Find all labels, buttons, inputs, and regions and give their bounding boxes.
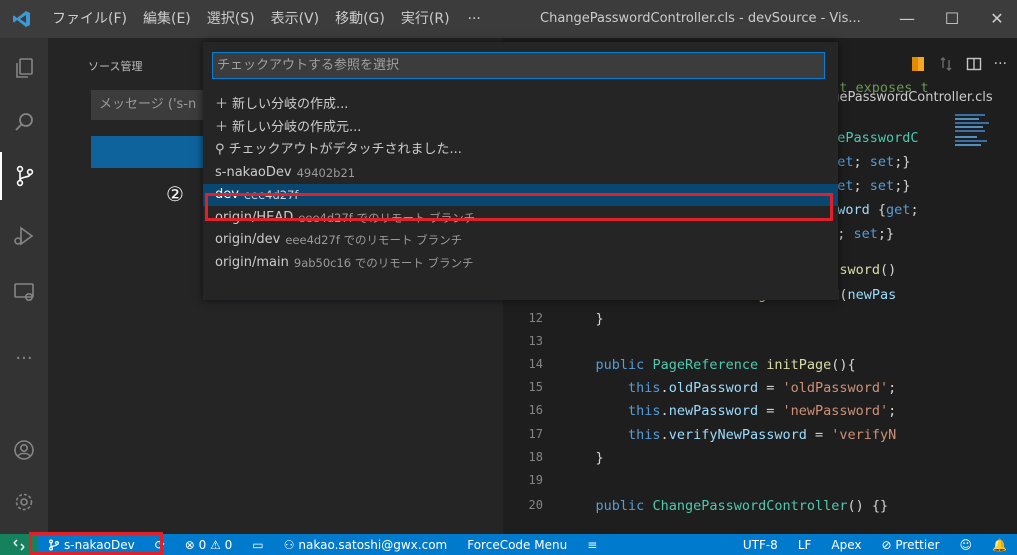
line-number: 15 xyxy=(528,380,543,394)
notifications-bell-icon[interactable]: 🔔 xyxy=(982,538,1017,552)
account-email: nakao.satoshi@gwx.com xyxy=(298,537,448,552)
quick-pick-item-description: eee4d27f でのリモート ブランチ xyxy=(285,233,463,247)
status-bar: s-nakaoDev ⟳ ⊗ 0 ⚠ 0 ▭ ⚇ nakao.satoshi@g… xyxy=(0,534,1017,555)
code-line[interactable]: this.newPassword = 'newPassword'; xyxy=(563,403,896,419)
branch-quick-pick: チェックアウトする参照を選択 ＋新しい分岐の作成... ＋新しい分岐の作成元...… xyxy=(203,42,838,300)
explorer-icon[interactable] xyxy=(0,44,48,92)
menu-run[interactable]: 実行(R) xyxy=(393,0,458,38)
remote-explorer-icon[interactable] xyxy=(0,268,48,316)
editor-toolbar: ··· xyxy=(910,56,1007,72)
salesforce-icon[interactable] xyxy=(910,56,926,72)
feedback-icon[interactable]: ☺ xyxy=(950,538,983,552)
minimize-button[interactable]: — xyxy=(887,0,927,38)
quick-pick-item-label: origin/HEAD xyxy=(215,209,294,225)
code-line[interactable]: this.verifyNewPassword = 'verifyN xyxy=(563,427,896,443)
line-number: 12 xyxy=(528,311,543,325)
encoding-status[interactable]: UTF-8 xyxy=(733,538,788,552)
commit-button[interactable] xyxy=(91,136,221,168)
line-number: 14 xyxy=(528,357,543,371)
quick-pick-item-icon: ⚲ xyxy=(215,142,225,157)
quick-pick-item-label: dev xyxy=(215,187,239,202)
more-actions-icon[interactable]: ··· xyxy=(994,56,1007,72)
quick-pick-item-label: 新しい分岐の作成元... xyxy=(232,119,362,135)
line-number: 13 xyxy=(528,334,543,348)
minimap[interactable] xyxy=(953,110,1007,160)
split-editor-icon[interactable] xyxy=(966,56,982,72)
quick-pick-item-label: s-nakaoDev xyxy=(215,164,292,180)
quick-pick-item-description: eee4d27f でのリモート ブランチ xyxy=(298,210,476,225)
quick-pick-item-icon: ＋ xyxy=(215,97,229,112)
quick-pick-item[interactable]: origin/dev eee4d27f でのリモート ブランチ xyxy=(203,229,838,251)
code-line[interactable]: } xyxy=(563,450,604,466)
line-number: 20 xyxy=(528,498,543,512)
quick-pick-item-label: origin/dev xyxy=(215,232,281,247)
code-line[interactable]: hat exposes t xyxy=(823,80,929,96)
prettier-status[interactable]: ⊘ Prettier xyxy=(872,538,950,552)
commit-message-input[interactable]: メッセージ ('s-n xyxy=(91,90,221,120)
line-number: 17 xyxy=(528,427,543,441)
quick-pick-item-description: eee4d27f xyxy=(243,188,299,202)
quick-pick-item-label: 新しい分岐の作成... xyxy=(232,97,349,112)
menu-file[interactable]: ファイル(F) xyxy=(44,0,135,38)
code-line[interactable]: this.oldPassword = 'oldPassword'; xyxy=(563,380,896,396)
run-debug-icon[interactable] xyxy=(0,212,48,260)
line-number: 16 xyxy=(528,403,543,417)
branch-icon xyxy=(49,539,59,551)
sidebar-title: ソース管理 xyxy=(88,60,143,73)
quick-pick-item-description: 9ab50c16 でのリモート ブランチ xyxy=(293,255,474,270)
more-views-icon[interactable]: ··· xyxy=(0,334,48,382)
title-bar: ファイル(F) 編集(E) 選択(S) 表示(V) 移動(G) 実行(R) ··… xyxy=(0,0,1017,38)
quick-pick-item[interactable]: origin/HEAD eee4d27f でのリモート ブランチ xyxy=(203,207,838,229)
source-control-icon[interactable] xyxy=(0,152,48,200)
quick-pick-item-description: 49402b21 xyxy=(296,165,356,180)
compare-changes-icon[interactable] xyxy=(938,56,954,72)
quick-pick-item-icon: ＋ xyxy=(215,119,229,135)
hamburger-menu-icon[interactable]: ≡ xyxy=(577,538,607,552)
menu-more-button[interactable]: ··· xyxy=(458,11,491,27)
monitor-icon[interactable]: ▭ xyxy=(242,538,273,552)
code-line[interactable]: } xyxy=(563,311,604,327)
branch-name: s-nakaoDev xyxy=(64,537,135,552)
quick-pick-item[interactable]: ＋新しい分岐の作成元... xyxy=(203,117,838,139)
problems-status[interactable]: ⊗ 0 ⚠ 0 xyxy=(175,538,243,552)
status-bar-right: UTF-8 LF Apex ⊘ Prettier ☺ 🔔 xyxy=(733,534,1017,555)
account-status[interactable]: ⚇ nakao.satoshi@gwx.com xyxy=(274,538,458,552)
menu-bar: ファイル(F) 編集(E) 選択(S) 表示(V) 移動(G) 実行(R) ··… xyxy=(44,0,491,38)
sync-button[interactable]: ⟳ xyxy=(145,538,175,552)
quick-pick-item-label: origin/main xyxy=(215,254,289,270)
language-mode[interactable]: Apex xyxy=(821,538,871,552)
code-line[interactable]: public PageReference initPage(){ xyxy=(563,357,856,373)
menu-view[interactable]: 表示(V) xyxy=(263,0,328,38)
remote-indicator-icon[interactable] xyxy=(0,534,38,555)
quick-pick-item[interactable]: origin/main 9ab50c16 でのリモート ブランチ xyxy=(203,252,838,274)
quick-pick-item-label: チェックアウトがデタッチされました... xyxy=(228,142,462,157)
branch-status[interactable]: s-nakaoDev xyxy=(38,538,145,552)
forcecode-menu[interactable]: ForceCode Menu xyxy=(457,538,577,552)
annotation-marker-2: ② xyxy=(166,182,184,206)
quick-pick-item[interactable]: s-nakaoDev 49402b21 xyxy=(203,162,838,184)
account-icon[interactable] xyxy=(0,426,48,474)
menu-selection[interactable]: 選択(S) xyxy=(199,0,263,38)
quick-pick-item[interactable]: ⚲ チェックアウトがデタッチされました... xyxy=(203,139,838,161)
account-user-icon: ⚇ xyxy=(283,537,295,552)
code-line[interactable]: public ChangePasswordController() {} xyxy=(563,498,889,514)
window-title: ChangePasswordController.cls - devSource… xyxy=(540,11,861,26)
line-number: 19 xyxy=(528,473,543,487)
line-number: 18 xyxy=(528,450,543,464)
menu-edit[interactable]: 編集(E) xyxy=(135,0,199,38)
quick-pick-input[interactable]: チェックアウトする参照を選択 xyxy=(212,52,825,79)
activity-bar: ··· xyxy=(0,38,48,534)
close-button[interactable]: ✕ xyxy=(977,0,1017,38)
eol-status[interactable]: LF xyxy=(788,538,822,552)
maximize-button[interactable]: ☐ xyxy=(932,0,972,38)
quick-pick-item[interactable]: ＋新しい分岐の作成... xyxy=(203,94,838,116)
search-icon[interactable] xyxy=(0,98,48,146)
settings-gear-icon[interactable] xyxy=(0,478,48,526)
quick-pick-item[interactable]: dev eee4d27f xyxy=(203,184,838,206)
menu-go[interactable]: 移動(G) xyxy=(327,0,393,38)
vscode-logo-icon xyxy=(0,0,44,38)
